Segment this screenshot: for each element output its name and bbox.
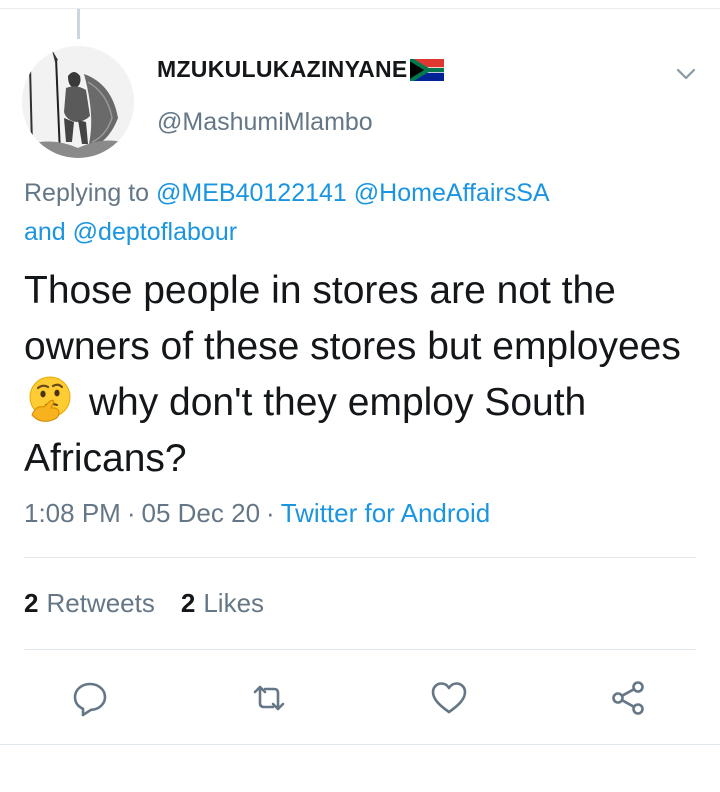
reply-icon [73,682,107,717]
avatar[interactable] [22,46,134,158]
tweet-action-bar [0,676,720,720]
tweet-metadata: 1:08 PM · 05 Dec 20 · Twitter for Android [24,498,490,529]
chevron-down-icon[interactable] [672,60,700,88]
mention-link[interactable]: @HomeAffairsSA [354,179,550,207]
tweet-text: Those people in stores are not the owner… [24,263,704,487]
likes-count: 2 [180,588,196,618]
author-name-row[interactable]: MZUKULUKAZINYANE [157,56,444,83]
heart-icon [431,682,467,714]
mention-link[interactable]: @deptoflabour [73,218,237,246]
south-africa-flag-icon [409,58,444,81]
user-handle[interactable]: @MashumiMlambo [157,108,373,137]
retweets-stat[interactable]: 2 Retweets [24,588,155,619]
replying-to-label: Replying to [24,179,150,207]
likes-stat[interactable]: 2 Likes [181,588,264,619]
reply-button[interactable] [68,676,112,720]
engagement-stats: 2 Retweets 2 Likes [24,588,264,619]
likes-label: Likes [203,588,265,618]
tweet-text-part: why don't they employ South Africans? [24,381,587,480]
meta-separator: · [266,498,275,528]
mention-link[interactable]: @MEB40122141 [156,179,347,207]
display-name[interactable]: MZUKULUKAZINYANE [157,56,408,83]
retweet-icon [253,685,285,711]
share-icon [612,681,644,715]
replying-to-conjunction: and [24,218,66,246]
top-divider [0,8,720,9]
share-button[interactable] [606,676,650,720]
tweet-date: 05 Dec 20 [141,498,261,528]
thread-connector-line [77,9,80,39]
tweet-source-link[interactable]: Twitter for Android [281,498,491,528]
retweets-count: 2 [24,588,39,618]
thinking-face-emoji-icon [29,376,71,422]
retweets-label: Retweets [46,588,155,618]
divider [0,744,720,745]
meta-separator: · [126,498,136,528]
tweet-text-part: Those people in stores are not the owner… [24,269,681,368]
tweet-time: 1:08 PM [24,498,121,528]
divider [24,557,696,558]
divider [24,649,696,650]
like-button[interactable] [427,676,471,720]
replying-to-line-continued: and @deptoflabour [24,216,237,248]
replying-to-line: Replying to @MEB40122141 @HomeAffairsSA [24,177,550,209]
retweet-button[interactable] [247,676,291,720]
